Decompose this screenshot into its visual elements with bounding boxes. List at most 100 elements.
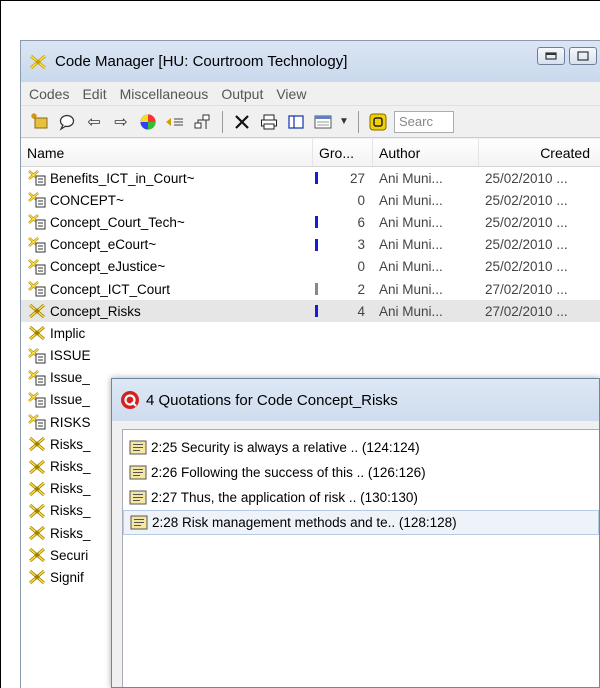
groundedness-count: 2 [357,281,365,297]
quotation-item[interactable]: 2:28 Risk management methods and te.. (1… [123,510,599,535]
code-icon [27,524,47,542]
table-row[interactable]: Concept_eCourt~ 3 Ani Muni... 25/02/2010 ..… [21,234,600,256]
code-name-cell: Concept_Risks [21,300,313,322]
created-cell [479,322,600,344]
created-cell: 25/02/2010 ... [485,214,568,230]
print-icon[interactable] [256,110,282,134]
menu-codes[interactable]: Codes [29,86,69,102]
created-cell [479,345,600,367]
popup-title-bar[interactable]: 4 Quotations for Code Concept_Risks [112,379,599,421]
quotation-text: 2:26 Following the success of this .. (1… [151,465,426,480]
window-title: Code Manager [HU: Courtroom Technology] [55,53,348,70]
created-cell: 27/02/2010 ... [485,281,568,297]
groundedness-count: 0 [357,259,365,275]
screenshot-border-left [0,0,1,688]
code-name: Securi [50,547,89,563]
code-name-cell: Concept_eJustice~ [21,256,313,278]
panel-icon[interactable] [283,110,309,134]
code-family-icon [27,213,47,231]
groundedness-cell: 2 [313,278,373,300]
code-manager-icon [27,51,49,73]
groundedness-bar [315,305,318,318]
minimize-button[interactable] [537,47,565,65]
code-family-icon [27,391,47,409]
highlight-icon[interactable] [365,110,391,134]
maximize-button[interactable] [569,47,597,65]
table-row[interactable]: Implic [21,322,600,344]
code-icon [27,502,47,520]
code-family-icon [27,280,47,298]
color-wheel-icon[interactable] [135,110,161,134]
code-icon [27,324,47,342]
created-cell: 25/02/2010 ... [485,259,568,275]
author-cell: Ani Muni... [379,237,443,253]
code-name: ISSUE [50,348,91,364]
code-name: Concept_eCourt~ [50,237,157,253]
groundedness-cell: 0 [313,256,373,278]
view-mode-icon[interactable] [310,110,336,134]
menu-edit[interactable]: Edit [82,86,106,102]
menu-miscellaneous[interactable]: Miscellaneous [120,86,209,102]
column-header-created[interactable]: Created [479,139,600,166]
code-icon [27,568,47,586]
table-row[interactable]: CONCEPT~ 0 Ani Muni... 25/02/2010 ... [21,189,600,211]
code-name-cell: Concept_Court_Tech~ [21,211,313,233]
table-row[interactable]: Concept_Court_Tech~ 6 Ani Muni... 25/02/201… [21,211,600,233]
network-icon[interactable] [189,110,215,134]
groundedness-cell: 6 [313,211,373,233]
code-icon [27,435,47,453]
author-cell: Ani Muni... [379,281,443,297]
code-name: Risks_ [50,481,91,497]
menu-output[interactable]: Output [221,86,263,102]
table-row[interactable]: Benefits_ICT_in_Court~ 27 Ani Muni... 25/02… [21,167,600,189]
code-icon [27,458,47,476]
popup-title: 4 Quotations for Code Concept_Risks [146,391,398,409]
column-header-groundedness[interactable]: Gro... [313,139,373,166]
arrow-left-icon[interactable]: ⇦ [81,110,107,134]
code-name: Concept_eJustice~ [50,259,166,275]
author-cell [373,345,479,367]
code-family-icon [27,191,47,209]
author-cell: Ani Muni... [379,192,443,208]
groundedness-cell [313,345,373,367]
table-row[interactable]: Concept_eJustice~ 0 Ani Muni... 25/02/2010 … [21,256,600,278]
code-name-cell: ISSUE [21,345,313,367]
code-name: Issue_ [50,392,90,408]
code-name: CONCEPT~ [50,192,124,208]
menu-view[interactable]: View [276,86,306,102]
groundedness-cell: 27 [313,167,373,189]
column-header-name[interactable]: Name [21,139,313,166]
toolbar-separator [358,110,359,133]
screenshot-border-top [0,0,600,1]
code-name: Concept_ICT_Court [50,281,171,297]
code-name: Risks_ [50,525,91,541]
table-row[interactable]: ISSUE [21,345,600,367]
code-name: RISKS [50,414,91,430]
dropdown-arrow-icon[interactable]: ▼ [337,110,351,134]
quotation-item[interactable]: 2:25 Security is always a relative .. (1… [123,435,599,460]
search-input[interactable]: Searc [394,110,454,133]
groundedness-count: 3 [357,237,365,253]
arrow-right-icon[interactable]: ⇨ [108,110,134,134]
groundedness-count: 27 [349,170,365,186]
created-cell: 25/02/2010 ... [485,237,568,253]
comment-icon[interactable] [54,110,80,134]
groundedness-bar [315,238,318,251]
code-name: Risks_ [50,436,91,452]
column-header-author[interactable]: Author [373,139,479,166]
code-name-cell: Concept_ICT_Court [21,278,313,300]
delete-icon[interactable] [229,110,255,134]
code-family-icon [27,369,47,387]
table-row[interactable]: Concept_Risks 4 Ani Muni... 27/02/2010 ... [21,300,600,323]
quotation-item[interactable]: 2:26 Following the success of this .. (1… [123,460,599,485]
table-row[interactable]: Concept_ICT_Court 2 Ani Muni... 27/02/2010 … [21,278,600,300]
code-family-icon [27,258,47,276]
new-code-icon[interactable] [27,110,53,134]
quotation-item[interactable]: 2:27 Thus, the application of risk .. (1… [123,485,599,510]
title-bar[interactable]: Code Manager [HU: Courtroom Technology] [21,41,600,82]
code-name: Issue_ [50,370,90,386]
groundedness-cell: 4 [313,300,373,322]
groundedness-cell [313,322,373,344]
filter-icon[interactable] [162,110,188,134]
code-name: Implic [50,325,86,341]
